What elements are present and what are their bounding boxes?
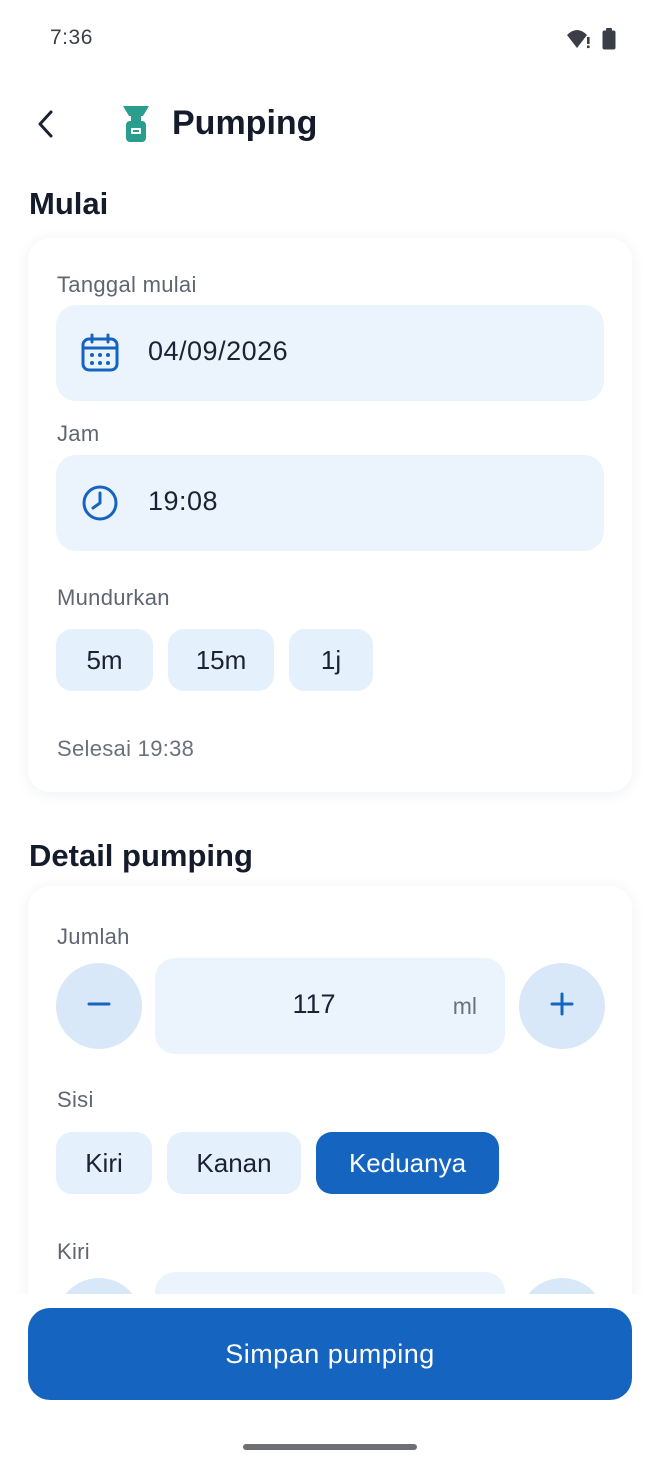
shift-chip-15m[interactable]: 15m — [168, 629, 274, 691]
section-title-detail: Detail pumping — [29, 838, 253, 873]
amount-unit: ml — [452, 993, 477, 1019]
calendar-icon — [80, 333, 120, 373]
left-amount-label: Kiri — [57, 1239, 90, 1264]
home-indicator[interactable] — [243, 1444, 417, 1450]
side-chip-both[interactable]: Keduanya — [316, 1132, 499, 1194]
app-bar: Pumping — [0, 96, 660, 156]
section-title-start: Mulai — [29, 186, 109, 221]
date-field[interactable]: 04/09/2026 — [56, 305, 604, 401]
side-chip-left[interactable]: Kiri — [56, 1132, 152, 1194]
end-time-text: Selesai 19:38 — [57, 736, 195, 761]
decrease-button[interactable] — [56, 963, 142, 1049]
amount-field[interactable]: 117 ml — [155, 958, 505, 1054]
amount-label: Jumlah — [57, 924, 130, 949]
save-button[interactable]: Simpan pumping — [28, 1308, 632, 1400]
minus-icon — [87, 992, 111, 1021]
shift-chip-5m[interactable]: 5m — [56, 629, 153, 691]
status-icons — [566, 28, 616, 55]
page-title: Pumping — [172, 104, 318, 142]
amount-value: 117 — [292, 989, 336, 1019]
breast-pump-icon — [118, 104, 154, 144]
plus-icon — [550, 992, 574, 1021]
shift-chip-1j[interactable]: 1j — [289, 629, 373, 691]
date-value: 04/09/2026 — [148, 336, 289, 366]
clock-icon — [80, 483, 120, 523]
status-bar: 7:36 — [0, 0, 660, 80]
increase-button[interactable] — [519, 963, 605, 1049]
time-field[interactable]: 19:08 — [56, 455, 604, 551]
shift-label: Mundurkan — [57, 585, 170, 610]
start-card: Tanggal mulai 04/09/2026 Jam 19:08 Mundu… — [28, 238, 632, 792]
wifi-alert-icon — [566, 28, 592, 55]
status-time: 7:36 — [50, 26, 93, 49]
time-label: Jam — [57, 421, 100, 446]
time-value: 19:08 — [148, 486, 219, 516]
chevron-left-icon — [35, 109, 57, 144]
side-label: Sisi — [57, 1087, 94, 1112]
side-chip-right[interactable]: Kanan — [167, 1132, 301, 1194]
back-button[interactable] — [26, 104, 66, 148]
battery-icon — [602, 28, 616, 55]
date-label: Tanggal mulai — [57, 272, 197, 297]
